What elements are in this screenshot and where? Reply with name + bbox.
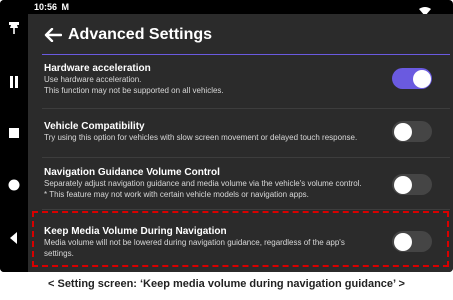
status-bar: 10:56 M [34,0,69,14]
setting-vehicle-compatibility[interactable]: Vehicle Compatibility Try using this opt… [44,120,374,144]
header-divider [42,54,450,55]
row-divider [42,157,450,158]
setting-description: Separately adjust navigation guidance an… [44,179,362,188]
side-nav-bar [0,0,28,272]
screenshot-caption: < Setting screen: ‘Keep media volume dur… [48,278,405,290]
row-divider [42,108,450,109]
setting-title: Vehicle Compatibility [44,121,145,132]
setting-description: This function may not be supported on al… [44,85,224,95]
page-title: Advanced Settings [68,26,213,43]
setting-title: Hardware acceleration [44,63,151,74]
pin-icon[interactable] [4,18,24,38]
setting-title: Navigation Guidance Volume Control [44,167,220,178]
setting-hardware-acceleration[interactable]: Hardware acceleration Use hardware accel… [44,62,374,96]
setting-description: Try using this option for vehicles with … [44,133,358,142]
pause-icon[interactable] [4,72,24,92]
vehicle-compatibility-toggle[interactable] [392,121,432,142]
back-triangle-icon[interactable] [4,228,24,248]
stop-icon[interactable] [4,123,24,143]
back-arrow-icon[interactable] [44,27,63,47]
status-indicator: M [61,2,70,12]
navigation-guidance-volume-toggle[interactable] [392,174,432,195]
row-divider [42,209,450,210]
hardware-acceleration-toggle[interactable] [392,68,432,89]
setting-navigation-guidance-volume[interactable]: Navigation Guidance Volume Control Separ… [44,166,374,200]
toggle-knob [393,122,412,141]
toggle-knob [393,175,412,194]
header: Advanced Settings [28,14,453,54]
setting-description: Use hardware acceleration. [44,75,142,84]
highlight-box [32,211,449,267]
toggle-knob [412,69,431,88]
setting-description: * This feature may not work with certain… [44,189,309,199]
circle-icon[interactable] [4,175,24,195]
status-time: 10:56 [34,2,58,12]
